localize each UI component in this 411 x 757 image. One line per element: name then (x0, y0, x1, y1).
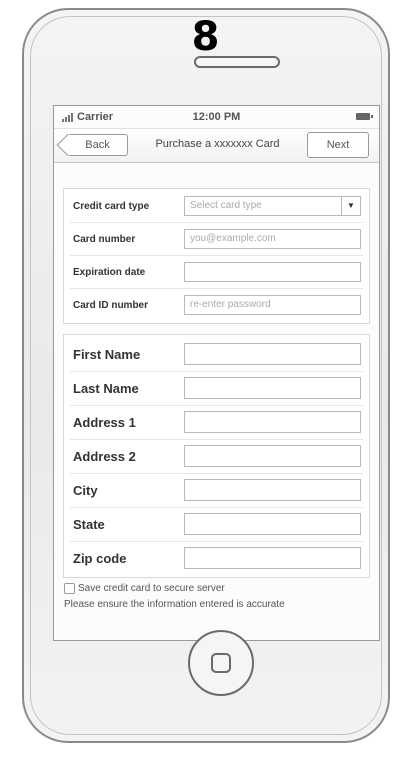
page-number: 8 (191, 14, 220, 60)
address2-row: Address 2 (64, 439, 369, 473)
battery-icon (356, 113, 373, 120)
first-name-input[interactable] (184, 343, 361, 365)
card-number-input[interactable]: you@example.com (184, 229, 361, 249)
home-button-icon[interactable] (188, 630, 254, 696)
address2-label: Address 2 (73, 448, 136, 464)
card-type-label: Credit card type (73, 200, 150, 212)
save-card-checkbox[interactable] (64, 583, 75, 594)
city-label: City (73, 482, 98, 498)
card-number-label: Card number (73, 233, 136, 245)
expiration-row: Expiration date (64, 255, 369, 289)
card-type-row: Credit card type Select card type ▼ (64, 189, 369, 223)
phone-screen: Carrier 12:00 PM Back Purchase a xxxxxxx… (53, 105, 380, 641)
first-name-label: First Name (73, 346, 141, 362)
card-details-group: Credit card type Select card type ▼ Card… (63, 188, 370, 324)
home-button-square (211, 653, 231, 673)
state-input[interactable] (184, 513, 361, 535)
zip-input[interactable] (184, 547, 361, 569)
next-button[interactable]: Next (307, 132, 369, 158)
card-id-row: Card ID number re-enter password (64, 288, 369, 322)
address1-input[interactable] (184, 411, 361, 433)
card-id-label: Card ID number (73, 299, 149, 311)
back-button[interactable]: Back (68, 134, 128, 156)
save-card-option: Save credit card to secure server (64, 583, 225, 594)
status-bar: Carrier 12:00 PM (54, 106, 379, 129)
card-type-select[interactable]: Select card type ▼ (184, 196, 361, 216)
address1-label: Address 1 (73, 414, 136, 430)
accuracy-note: Please ensure the information entered is… (64, 599, 285, 610)
first-name-row: First Name (64, 337, 369, 371)
last-name-row: Last Name (64, 371, 369, 405)
page-title: Purchase a xxxxxxx Card (155, 138, 280, 150)
city-input[interactable] (184, 479, 361, 501)
dropdown-arrow-icon[interactable]: ▼ (341, 197, 360, 215)
card-number-row: Card number you@example.com (64, 222, 369, 256)
address-group: First Name Last Name Address 1 Address 2… (63, 334, 370, 578)
card-type-placeholder: Select card type (190, 200, 262, 211)
expiration-label: Expiration date (73, 266, 146, 278)
state-row: State (64, 507, 369, 541)
state-label: State (73, 516, 105, 532)
last-name-input[interactable] (184, 377, 361, 399)
save-card-label: Save credit card to secure server (78, 583, 225, 594)
city-row: City (64, 473, 369, 507)
address1-row: Address 1 (64, 405, 369, 439)
address2-input[interactable] (184, 445, 361, 467)
clock: 12:00 PM (192, 111, 241, 123)
last-name-label: Last Name (73, 380, 139, 396)
back-button-label: Back (85, 139, 110, 151)
zip-label: Zip code (73, 550, 127, 566)
navigation-bar: Back Purchase a xxxxxxx Card Next (54, 129, 379, 163)
zip-row: Zip code (64, 541, 369, 575)
expiration-input[interactable] (184, 262, 361, 282)
card-id-input[interactable]: re-enter password (184, 295, 361, 315)
